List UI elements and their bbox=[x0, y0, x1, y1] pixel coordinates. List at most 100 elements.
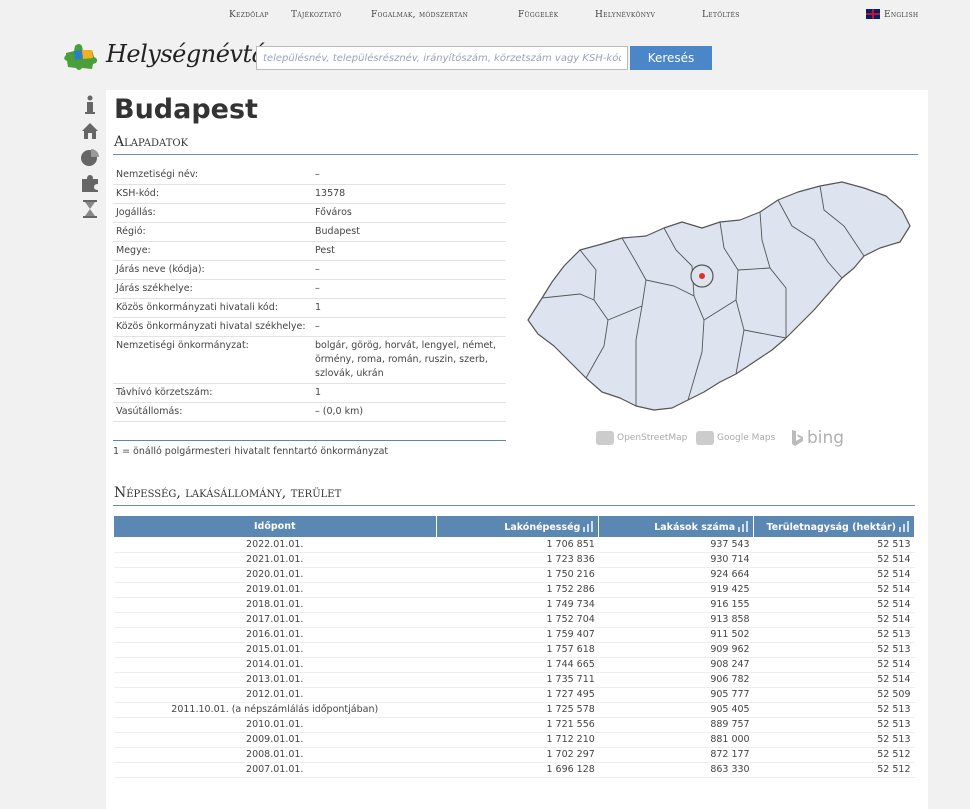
info-icon[interactable] bbox=[80, 94, 100, 116]
home-icon[interactable] bbox=[80, 120, 100, 142]
nav-download[interactable]: Letöltés bbox=[702, 10, 740, 20]
table-cell: 1 759 407 bbox=[436, 627, 599, 643]
info-label: Megye: bbox=[113, 241, 312, 261]
info-value: – bbox=[312, 279, 506, 299]
bar-chart-icon[interactable] bbox=[737, 520, 749, 532]
table-cell: 2016.01.01. bbox=[113, 627, 436, 643]
map-link-googlemaps[interactable]: Google Maps bbox=[696, 426, 775, 450]
table-cell: 906 782 bbox=[598, 672, 754, 688]
table-cell: 2007.01.01. bbox=[113, 762, 436, 778]
column-header-area[interactable]: Területnagyság (hektár) bbox=[753, 515, 915, 538]
table-bottom-line bbox=[113, 440, 506, 441]
section-title-population: Népesség, lakásállomány, terület bbox=[114, 485, 342, 501]
table-cell: 52 514 bbox=[753, 597, 915, 613]
info-row: Járás neve (kódja): – bbox=[113, 260, 506, 280]
info-label: Jogállás: bbox=[113, 203, 312, 223]
table-cell: 2013.01.01. bbox=[113, 672, 436, 688]
table-cell: 52 509 bbox=[753, 687, 915, 703]
table-cell: 52 512 bbox=[753, 762, 915, 778]
table-cell: 919 425 bbox=[598, 582, 754, 598]
bar-chart-icon[interactable] bbox=[898, 520, 910, 532]
location-marker[interactable] bbox=[699, 273, 705, 279]
page-title: Budapest bbox=[114, 94, 258, 125]
info-value: 1 bbox=[312, 298, 506, 318]
table-row: 2007.01.01. 1 696 128 863 330 52 512 bbox=[113, 762, 915, 778]
table-cell: 1 721 556 bbox=[436, 717, 599, 733]
table-cell: 52 514 bbox=[753, 582, 915, 598]
column-header-population[interactable]: Lakónépesség bbox=[435, 515, 600, 538]
table-cell: 1 727 495 bbox=[436, 687, 599, 703]
table-cell: 2008.01.01. bbox=[113, 747, 436, 763]
table-cell: 2020.01.01. bbox=[113, 567, 436, 583]
info-label: KSH-kód: bbox=[113, 184, 312, 204]
column-header-dwellings[interactable]: Lakások száma bbox=[598, 515, 755, 538]
table-cell: 52 514 bbox=[753, 657, 915, 673]
table-cell: 908 247 bbox=[598, 657, 754, 673]
nav-home[interactable]: Kezdőlap bbox=[229, 10, 269, 20]
nav-appendix[interactable]: Függelék bbox=[518, 10, 559, 20]
section-divider bbox=[113, 505, 915, 506]
table-cell: 52 514 bbox=[753, 552, 915, 568]
search-input[interactable] bbox=[256, 46, 628, 70]
info-label: Járás neve (kódja): bbox=[113, 260, 312, 280]
column-header-date[interactable]: Időpont bbox=[113, 515, 437, 538]
table-row: 2010.01.01. 1 721 556 889 757 52 513 bbox=[113, 717, 915, 733]
info-row: Távhívó körzetszám: 1 bbox=[113, 383, 506, 403]
table-row: 2017.01.01. 1 752 704 913 858 52 514 bbox=[113, 612, 915, 628]
table-cell: 2022.01.01. bbox=[113, 537, 436, 553]
nav-english[interactable]: English bbox=[884, 10, 918, 20]
table-cell: 2021.01.01. bbox=[113, 552, 436, 568]
section-title-basic: Alapadatok bbox=[114, 134, 189, 150]
info-value: Pest bbox=[312, 241, 506, 261]
map-link-openstreetmap[interactable]: OpenStreetMap bbox=[596, 426, 687, 450]
nav-info[interactable]: Tájékoztató bbox=[291, 10, 341, 20]
hungary-map[interactable] bbox=[524, 170, 914, 428]
table-cell: 863 330 bbox=[598, 762, 754, 778]
table-row: 2016.01.01. 1 759 407 911 502 52 513 bbox=[113, 627, 915, 643]
site-logo[interactable]: Helységnévtár bbox=[106, 40, 277, 68]
table-row: 2022.01.01. 1 706 851 937 543 52 513 bbox=[113, 537, 915, 553]
table-cell: 905 777 bbox=[598, 687, 754, 703]
info-row: Nemzetiségi név: – bbox=[113, 166, 506, 185]
table-cell: 52 514 bbox=[753, 672, 915, 688]
info-value: – bbox=[312, 260, 506, 280]
table-cell: 1 723 836 bbox=[436, 552, 599, 568]
info-label: Távhívó körzetszám: bbox=[113, 383, 312, 403]
nav-concepts[interactable]: Fogalmak, módszertan bbox=[371, 10, 468, 20]
table-cell: 1 750 216 bbox=[436, 567, 599, 583]
uk-flag-icon[interactable] bbox=[866, 9, 880, 19]
section-divider bbox=[113, 154, 918, 155]
table-row: 2020.01.01. 1 750 216 924 664 52 514 bbox=[113, 567, 915, 583]
puzzle-icon[interactable] bbox=[80, 172, 100, 194]
info-label: Nemzetiségi név: bbox=[113, 166, 312, 185]
table-cell: 52 513 bbox=[753, 702, 915, 718]
table-row: 2018.01.01. 1 749 734 916 155 52 514 bbox=[113, 597, 915, 613]
table-cell: 2019.01.01. bbox=[113, 582, 436, 598]
table-cell: 905 405 bbox=[598, 702, 754, 718]
table-cell: 52 513 bbox=[753, 732, 915, 748]
table-cell: 52 513 bbox=[753, 627, 915, 643]
table-cell: 1 752 704 bbox=[436, 612, 599, 628]
info-row: Régió: Budapest bbox=[113, 222, 506, 242]
info-row: Megye: Pest bbox=[113, 241, 506, 261]
info-row: Járás székhelye: – bbox=[113, 279, 506, 299]
table-cell: 52 512 bbox=[753, 747, 915, 763]
openstreetmap-icon bbox=[596, 431, 614, 445]
hourglass-icon[interactable] bbox=[80, 198, 100, 220]
search-button[interactable]: Keresés bbox=[630, 46, 712, 70]
table-row: 2019.01.01. 1 752 286 919 425 52 514 bbox=[113, 582, 915, 598]
table-row: 2011.10.01. (a népszámlálás időpontjában… bbox=[113, 702, 915, 718]
table-row: 2014.01.01. 1 744 665 908 247 52 514 bbox=[113, 657, 915, 673]
nav-gazetteer[interactable]: Helynévkönyv bbox=[595, 10, 655, 20]
puzzle-logo-icon[interactable] bbox=[62, 41, 100, 71]
table-cell: 1 712 210 bbox=[436, 732, 599, 748]
table-cell: 2015.01.01. bbox=[113, 642, 436, 658]
table-cell: 930 714 bbox=[598, 552, 754, 568]
info-value: 13578 bbox=[312, 184, 506, 204]
map-link-bing[interactable]: bing bbox=[790, 426, 844, 450]
bar-chart-icon[interactable] bbox=[582, 520, 594, 532]
table-cell: 52 513 bbox=[753, 717, 915, 733]
pie-chart-icon[interactable] bbox=[80, 146, 100, 168]
top-navigation: Kezdőlap Tájékoztató Fogalmak, módszerta… bbox=[0, 0, 970, 30]
table-cell: 1 749 734 bbox=[436, 597, 599, 613]
